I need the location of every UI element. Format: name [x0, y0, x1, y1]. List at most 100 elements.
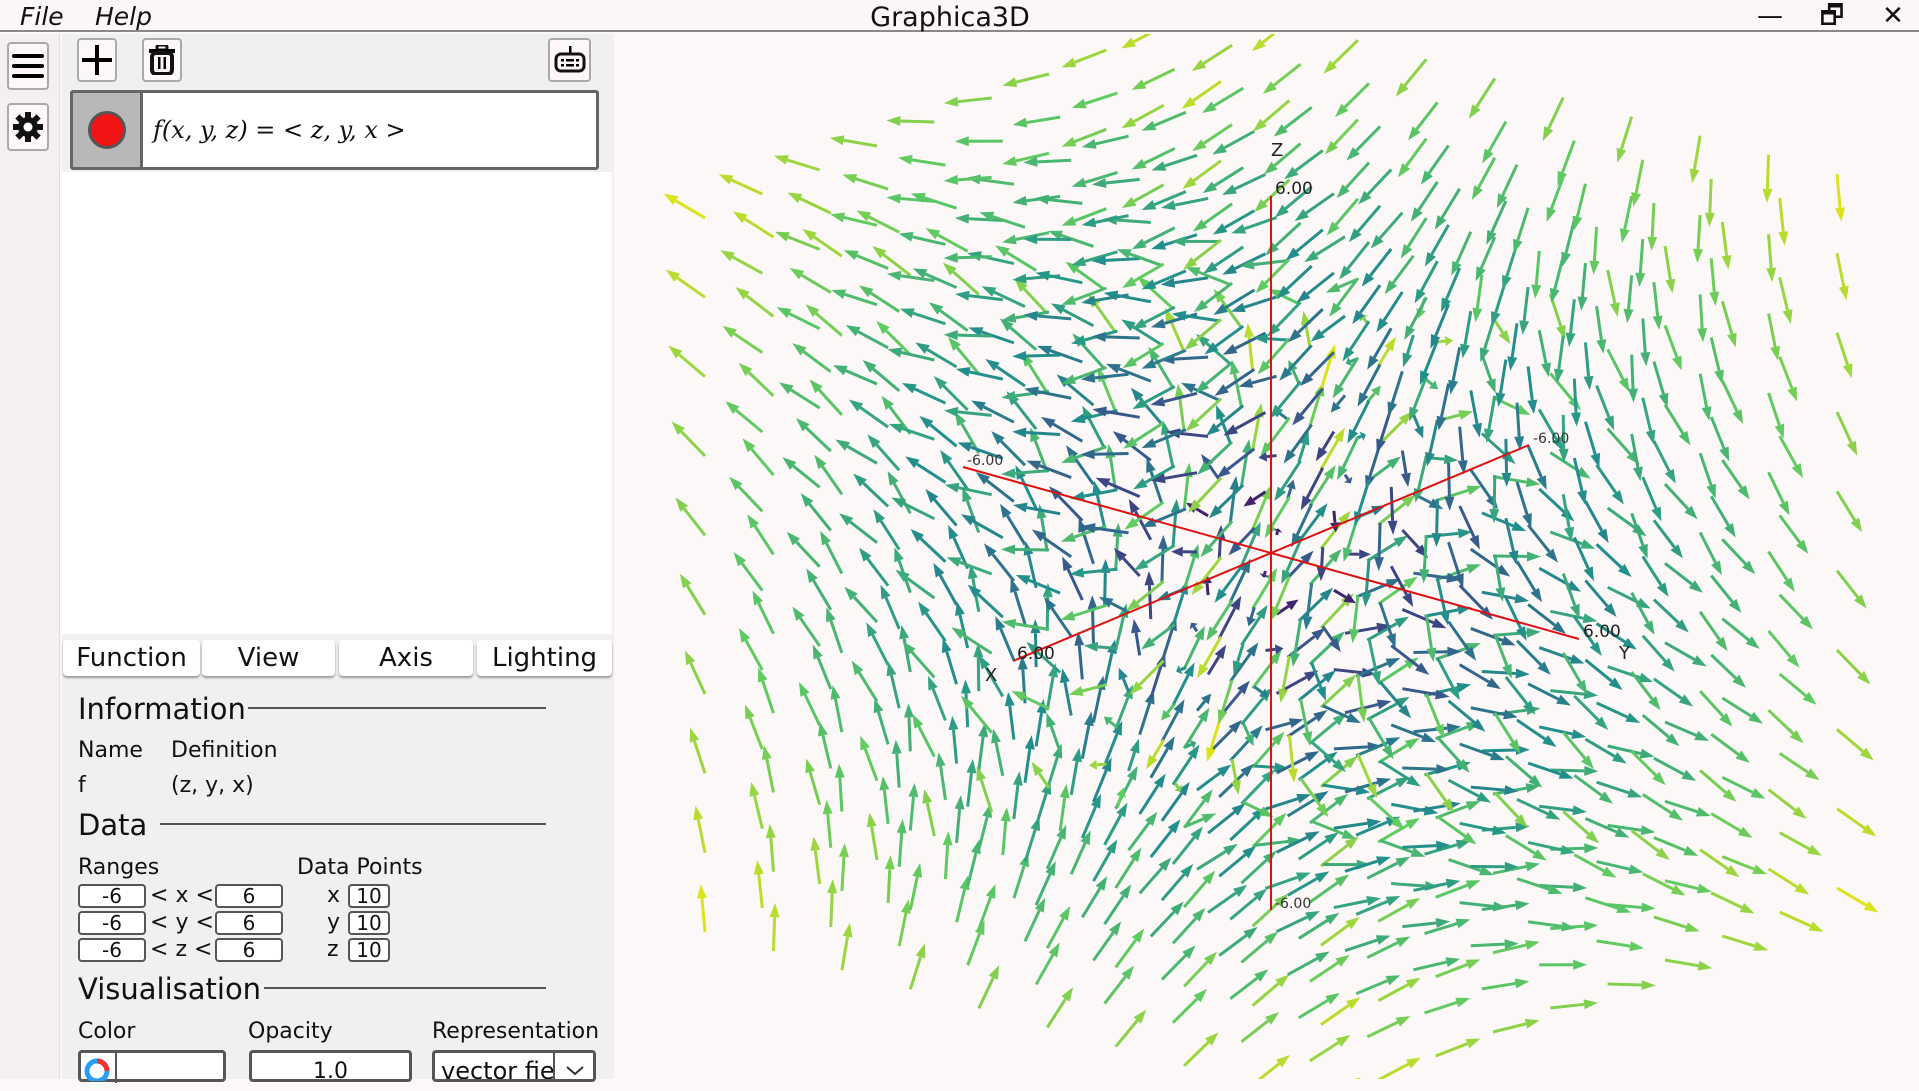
- tab-view[interactable]: View: [202, 640, 335, 676]
- vector-arrow-head: [1231, 224, 1246, 233]
- vector-arrow-head: [1753, 941, 1768, 951]
- keyboard-button[interactable]: [548, 38, 591, 82]
- y-min-input[interactable]: -6: [78, 911, 146, 935]
- vector-arrow-head: [1129, 499, 1140, 514]
- vector-arrow-shaft: [1175, 198, 1208, 205]
- minimize-button[interactable]: —: [1745, 0, 1795, 32]
- z-points-label: z: [327, 937, 339, 962]
- vector-arrow-shaft: [745, 219, 774, 237]
- vector-arrow-head: [915, 342, 930, 353]
- function-list-item[interactable]: f(x, y, z) = < z, y, x >: [70, 90, 599, 170]
- x-max-input[interactable]: 6: [215, 884, 283, 908]
- vector-arrow-shaft: [1711, 338, 1719, 371]
- vector-arrow-head: [1414, 426, 1423, 439]
- vector-arrow-head: [1072, 748, 1082, 763]
- delete-function-button[interactable]: [142, 38, 182, 82]
- vector-arrow-head: [818, 722, 828, 737]
- vector-arrow-head: [898, 155, 913, 165]
- x-points-input[interactable]: 10: [348, 884, 390, 908]
- vector-arrow-shaft: [1026, 355, 1060, 356]
- x-points-label: x: [327, 883, 340, 908]
- z-points-input[interactable]: 10: [348, 938, 390, 962]
- vector-arrow-shaft: [819, 390, 842, 415]
- vector-arrow-head: [806, 568, 817, 583]
- vector-arrow-head: [1610, 302, 1620, 317]
- vector-arrow-shaft: [1517, 482, 1527, 514]
- vector-arrow-shaft: [1608, 984, 1642, 985]
- vector-arrow-head: [1466, 959, 1481, 969]
- close-button[interactable]: ✕: [1868, 0, 1918, 32]
- vector-arrow-head: [1001, 391, 1016, 401]
- vector-arrow-shaft: [1528, 842, 1561, 849]
- z-max-input[interactable]: 6: [215, 938, 283, 962]
- vector-arrow-shaft: [1323, 706, 1348, 718]
- 3d-plot-canvas[interactable]: 6.00-6.006.00-6.006.00-6.00XYZ: [614, 34, 1919, 1079]
- vector-arrow-head: [955, 795, 965, 809]
- vector-arrow-shaft: [1014, 866, 1024, 898]
- tab-axis[interactable]: Axis: [339, 640, 473, 676]
- chevron-down-icon[interactable]: [553, 1053, 595, 1082]
- vector-arrow-shaft: [1219, 539, 1220, 559]
- y-points-input[interactable]: 10: [348, 911, 390, 935]
- vector-arrow-shaft: [1097, 494, 1104, 527]
- vector-arrow-head: [1130, 739, 1140, 754]
- tab-lighting[interactable]: Lighting: [477, 640, 612, 676]
- vector-arrow-shaft: [899, 833, 901, 867]
- vector-arrow-head: [874, 698, 884, 713]
- vector-arrow-shaft: [1297, 504, 1311, 535]
- vector-arrow-head: [830, 135, 845, 145]
- vector-arrow-head: [955, 601, 965, 616]
- vector-arrow-shaft: [1015, 592, 1025, 624]
- vector-arrow-shaft: [698, 819, 705, 852]
- vector-arrow-head: [1561, 252, 1571, 267]
- vector-arrow-shaft: [1151, 912, 1174, 937]
- vector-arrow-head: [1843, 363, 1853, 378]
- vector-arrow-shaft: [1029, 580, 1060, 593]
- vector-arrow-shaft: [755, 526, 774, 554]
- vector-arrow-shaft: [919, 726, 934, 756]
- vector-arrow-shaft: [1105, 896, 1124, 924]
- vector-arrow-shaft: [828, 814, 831, 848]
- vector-arrow-head: [1142, 438, 1157, 448]
- vector-arrow-head: [1386, 896, 1401, 906]
- function-color-swatch[interactable]: [73, 93, 143, 167]
- add-function-button[interactable]: [77, 38, 117, 82]
- vector-arrow-shaft: [1206, 362, 1232, 384]
- vector-arrow-shaft: [1025, 749, 1030, 783]
- vector-arrow-shaft: [1025, 830, 1035, 862]
- x-min-input[interactable]: -6: [78, 884, 146, 908]
- vector-arrow-shaft: [1378, 745, 1407, 763]
- function-expression[interactable]: f(x, y, z) = < z, y, x >: [143, 93, 406, 167]
- y-max-input[interactable]: 6: [215, 911, 283, 935]
- vector-arrow-head: [1025, 735, 1035, 750]
- vector-arrow-shaft: [1391, 884, 1425, 886]
- representation-value: vector fie: [441, 1057, 555, 1082]
- vector-arrow-head: [1570, 654, 1585, 663]
- menu-button[interactable]: [7, 42, 49, 90]
- vector-arrow-shaft: [843, 140, 877, 146]
- vector-arrow-shaft: [1053, 424, 1082, 441]
- vector-arrow-head: [1406, 1058, 1421, 1069]
- y-axis-min-label: -6.00: [967, 453, 1003, 469]
- vector-arrow-head: [1005, 692, 1015, 707]
- vector-arrow-shaft: [1214, 88, 1243, 106]
- vector-arrow-shaft: [1780, 198, 1784, 232]
- maximize-button[interactable]: 🗗: [1807, 0, 1857, 32]
- color-picker[interactable]: [78, 1050, 226, 1082]
- settings-button[interactable]: [7, 103, 49, 151]
- opacity-input[interactable]: 1.0: [249, 1050, 412, 1082]
- z-min-input[interactable]: -6: [78, 938, 146, 962]
- vector-arrow-head: [1444, 497, 1454, 511]
- vector-arrow-head: [1719, 447, 1729, 462]
- vector-arrow-head: [1445, 336, 1453, 346]
- vector-arrow-shaft: [1280, 413, 1288, 419]
- vector-arrow-shaft: [1277, 302, 1301, 326]
- vector-arrow-head: [1532, 849, 1547, 861]
- vector-arrow-head: [1619, 377, 1630, 392]
- vector-arrow-shaft: [1436, 964, 1468, 976]
- vector-arrow-shaft: [1297, 230, 1323, 252]
- vector-arrow-head: [1051, 303, 1066, 314]
- tab-function[interactable]: Function: [63, 640, 200, 676]
- vector-arrow-shaft: [1665, 563, 1692, 584]
- representation-select[interactable]: vector fie: [432, 1050, 596, 1082]
